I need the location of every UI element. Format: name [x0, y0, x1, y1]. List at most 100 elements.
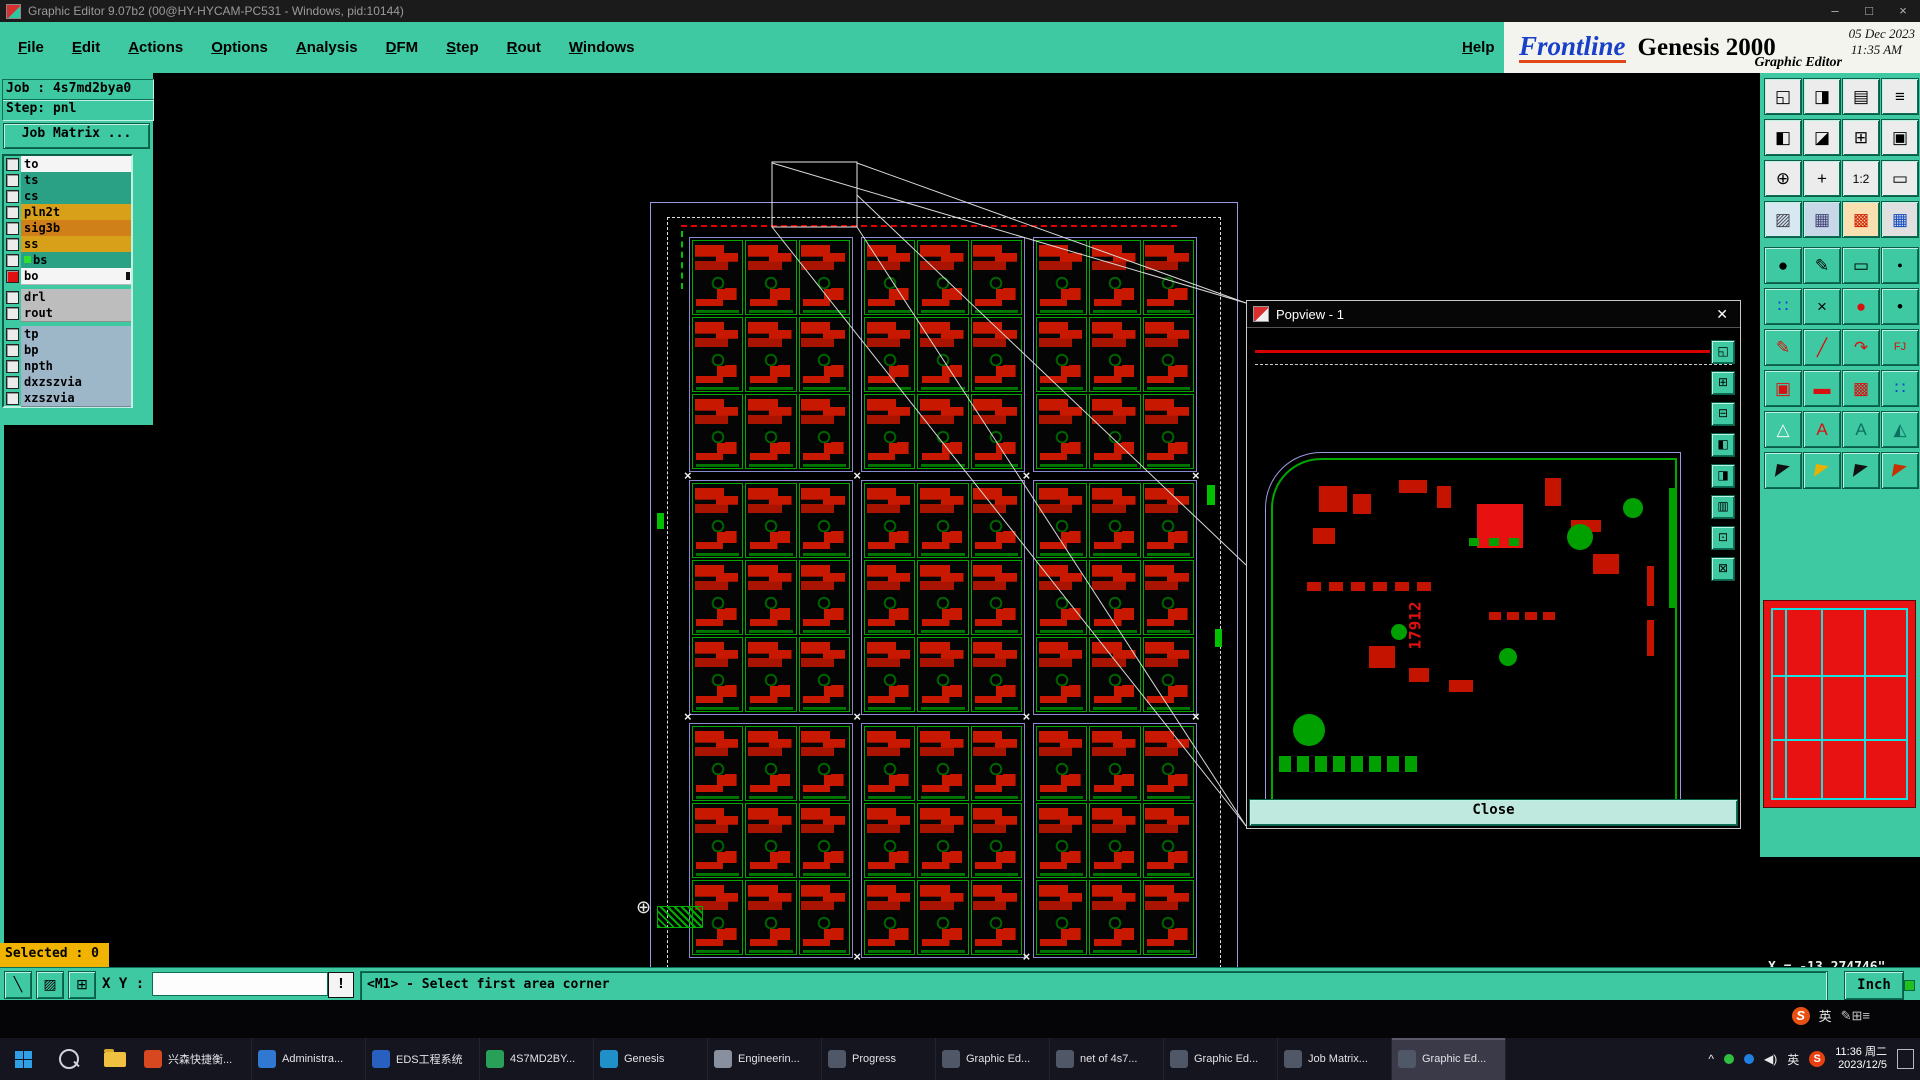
- popview-canvas[interactable]: 17912 ◱⊞⊟◧◨▥⊡⊠: [1249, 328, 1738, 801]
- layer-row-sig3b[interactable]: sig3b: [4, 220, 131, 236]
- ime-lang-indicator[interactable]: 英: [1819, 1006, 1832, 1025]
- popview-tool-1[interactable]: ◱: [1711, 340, 1735, 364]
- sogou-icon[interactable]: S: [1809, 1051, 1825, 1067]
- tool-button-5-3[interactable]: ▭: [1842, 247, 1880, 284]
- tool-button-1-3[interactable]: ▤: [1842, 78, 1880, 115]
- layer-row-bp[interactable]: bp: [4, 342, 131, 358]
- taskbar-app[interactable]: Graphic Ed...: [1392, 1038, 1506, 1080]
- layer-row-ss[interactable]: ss: [4, 236, 131, 252]
- start-button[interactable]: [0, 1038, 46, 1080]
- menu-help[interactable]: Help: [1462, 39, 1495, 56]
- ime-tool-icon[interactable]: ⊞: [1852, 1008, 1863, 1023]
- tray-chevron-icon[interactable]: ^: [1708, 1052, 1714, 1066]
- layer-row-npth[interactable]: npth: [4, 358, 131, 374]
- tool-button-9-3[interactable]: A: [1842, 411, 1880, 448]
- ime-tool-icon[interactable]: ✎: [1841, 1008, 1852, 1023]
- layer-row-drl[interactable]: drl: [4, 289, 131, 305]
- job-matrix-button[interactable]: Job Matrix ...: [3, 123, 150, 149]
- layer-checkbox[interactable]: [6, 222, 19, 235]
- file-explorer-icon[interactable]: [92, 1038, 138, 1080]
- tool-button-5-1[interactable]: ●: [1764, 247, 1802, 284]
- popview-tool-3[interactable]: ⊟: [1711, 402, 1735, 426]
- tool-button-3-1[interactable]: ⊕: [1764, 160, 1802, 197]
- ime-logo-icon[interactable]: S: [1792, 1007, 1810, 1025]
- status-tool-1[interactable]: ╲: [4, 971, 32, 999]
- tool-button-8-4[interactable]: ∷: [1881, 370, 1919, 407]
- layer-row-dxzszvia[interactable]: dxzszvia: [4, 374, 131, 390]
- menu-actions[interactable]: Actions: [128, 39, 183, 56]
- tool-button-10-2[interactable]: ◤: [1803, 452, 1841, 489]
- layer-row-bo[interactable]: bo: [4, 268, 131, 284]
- layer-checkbox[interactable]: [6, 158, 19, 171]
- tool-button-7-1[interactable]: ✎: [1764, 329, 1802, 366]
- tool-button-4-1[interactable]: ▨: [1764, 201, 1802, 238]
- layer-row-tp[interactable]: tp: [4, 326, 131, 342]
- status-tool-3[interactable]: ⊞: [68, 971, 96, 999]
- tool-button-8-2[interactable]: ▬: [1803, 370, 1841, 407]
- layer-checkbox[interactable]: [6, 344, 19, 357]
- menu-rout[interactable]: Rout: [507, 39, 541, 56]
- tool-button-6-4[interactable]: •: [1881, 288, 1919, 325]
- tool-button-1-2[interactable]: ◨: [1803, 78, 1841, 115]
- menu-options[interactable]: Options: [211, 39, 268, 56]
- tool-button-2-3[interactable]: ⊞: [1842, 119, 1880, 156]
- popview-tool-6[interactable]: ▥: [1711, 495, 1735, 519]
- tool-button-1-4[interactable]: ≡: [1881, 78, 1919, 115]
- taskbar-app[interactable]: Graphic Ed...: [936, 1038, 1050, 1080]
- taskbar-app[interactable]: Job Matrix...: [1278, 1038, 1392, 1080]
- tool-button-2-1[interactable]: ◧: [1764, 119, 1802, 156]
- popview-tool-8[interactable]: ⊠: [1711, 557, 1735, 581]
- warning-button[interactable]: !: [328, 972, 354, 998]
- popview-tool-5[interactable]: ◨: [1711, 464, 1735, 488]
- taskbar-app[interactable]: Administra...: [252, 1038, 366, 1080]
- tool-button-5-4[interactable]: ●: [1881, 247, 1919, 284]
- layer-checkbox[interactable]: [6, 206, 19, 219]
- tool-button-7-2[interactable]: ╱: [1803, 329, 1841, 366]
- tool-button-1-1[interactable]: ◱: [1764, 78, 1802, 115]
- taskbar-app[interactable]: Progress: [822, 1038, 936, 1080]
- tool-button-9-2[interactable]: A: [1803, 411, 1841, 448]
- tool-button-6-3[interactable]: ●: [1842, 288, 1880, 325]
- status-tool-2[interactable]: ▨: [36, 971, 64, 999]
- layer-checkbox[interactable]: [6, 270, 19, 283]
- tool-button-4-4[interactable]: ▦: [1881, 201, 1919, 238]
- tool-button-3-3[interactable]: 1:2: [1842, 160, 1880, 197]
- menu-analysis[interactable]: Analysis: [296, 39, 358, 56]
- tool-button-8-3[interactable]: ▩: [1842, 370, 1880, 407]
- layer-checkbox[interactable]: [6, 238, 19, 251]
- units-button[interactable]: Inch: [1844, 971, 1904, 1000]
- menu-file[interactable]: File: [18, 39, 44, 56]
- taskbar-app[interactable]: EDS工程系统: [366, 1038, 480, 1080]
- minimize-button[interactable]: –: [1818, 0, 1852, 22]
- layer-row-to[interactable]: to: [4, 156, 131, 172]
- popview-tool-4[interactable]: ◧: [1711, 433, 1735, 457]
- layer-row-cs[interactable]: cs: [4, 188, 131, 204]
- tool-button-6-2[interactable]: ×: [1803, 288, 1841, 325]
- layer-checkbox[interactable]: [6, 190, 19, 203]
- tool-button-9-1[interactable]: △: [1764, 411, 1802, 448]
- tool-button-4-3[interactable]: ▩: [1842, 201, 1880, 238]
- popview-close-button[interactable]: Close: [1249, 799, 1738, 826]
- tool-button-5-2[interactable]: ✎: [1803, 247, 1841, 284]
- layer-row-pln2t[interactable]: pln2t: [4, 204, 131, 220]
- taskbar-app[interactable]: Graphic Ed...: [1164, 1038, 1278, 1080]
- tool-button-6-1[interactable]: ∷: [1764, 288, 1802, 325]
- tool-button-10-4[interactable]: ◤: [1881, 452, 1919, 489]
- layer-row-ts[interactable]: ts: [4, 172, 131, 188]
- menu-edit[interactable]: Edit: [72, 39, 100, 56]
- tool-button-10-3[interactable]: ◤: [1842, 452, 1880, 489]
- tool-button-4-2[interactable]: ▦: [1803, 201, 1841, 238]
- layer-checkbox[interactable]: [6, 174, 19, 187]
- notification-icon[interactable]: [1897, 1049, 1914, 1069]
- layer-checkbox[interactable]: [6, 328, 19, 341]
- popview-close-icon[interactable]: ✕: [1704, 306, 1740, 323]
- popview-tool-7[interactable]: ⊡: [1711, 526, 1735, 550]
- tool-button-10-1[interactable]: ◤: [1764, 452, 1802, 489]
- maximize-button[interactable]: □: [1852, 0, 1886, 22]
- menu-dfm[interactable]: DFM: [386, 39, 419, 56]
- layer-row-bs[interactable]: bs: [4, 252, 131, 268]
- layer-checkbox[interactable]: [6, 392, 19, 405]
- taskbar-app[interactable]: net of 4s7...: [1050, 1038, 1164, 1080]
- menu-step[interactable]: Step: [446, 39, 479, 56]
- layer-checkbox[interactable]: [6, 254, 19, 267]
